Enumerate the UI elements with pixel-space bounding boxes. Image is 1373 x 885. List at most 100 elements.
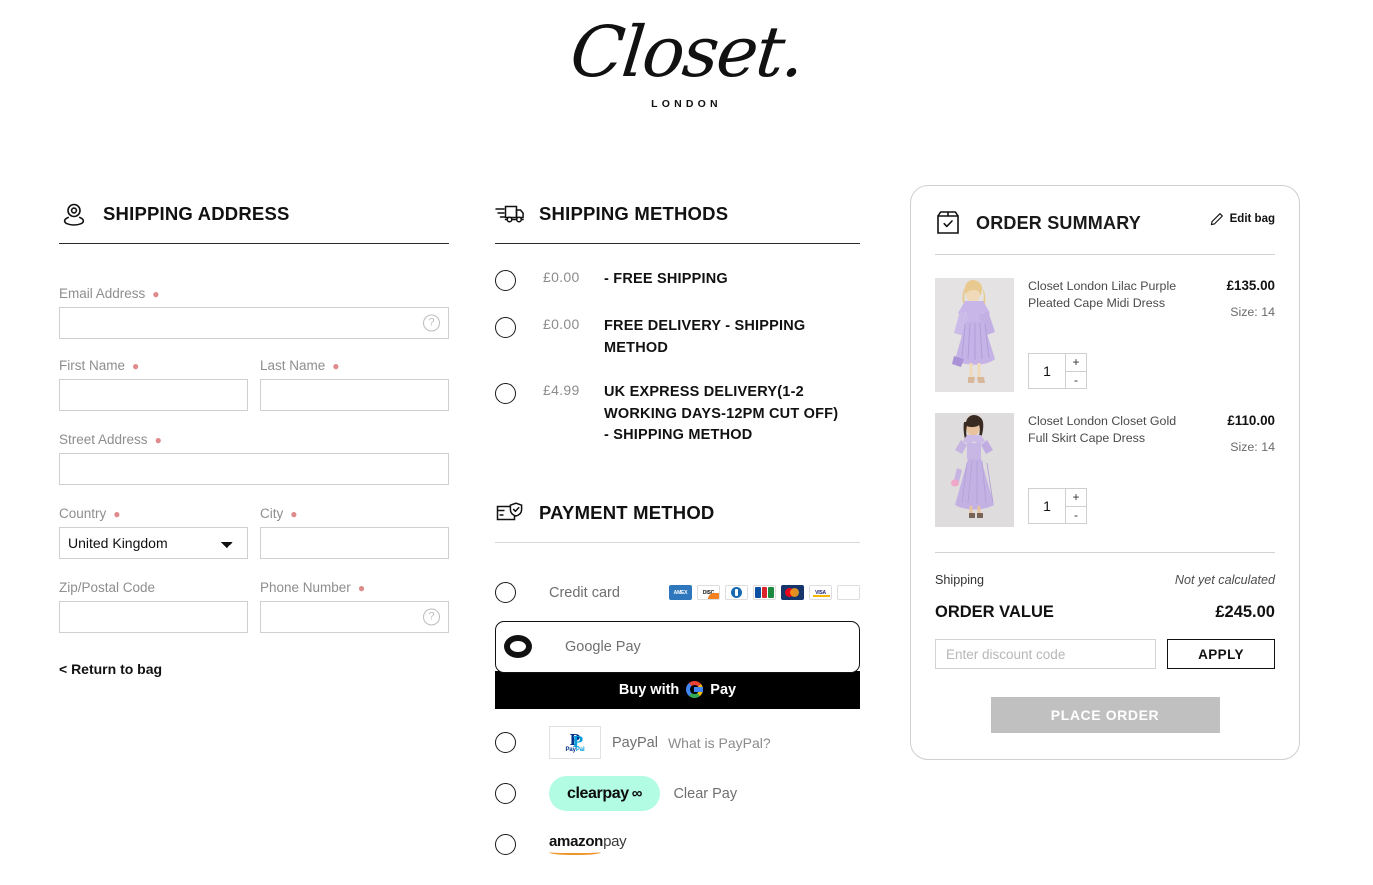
shipping-address-section: SHIPPING ADDRESS Email Address ● ? First… <box>59 196 449 677</box>
order-summary-card: ORDER SUMMARY Edit bag Closet London Lil… <box>910 185 1300 760</box>
site-logo[interactable]: Closet. LONDON <box>0 8 1373 110</box>
order-item-name: Closet London Lilac Purple Pleated Cape … <box>1028 279 1177 310</box>
order-value-amount: £245.00 <box>1215 603 1275 621</box>
zip-postal-code-field[interactable] <box>60 602 247 632</box>
place-order-button[interactable]: PLACE ORDER <box>990 697 1220 733</box>
shipping-address-header: SHIPPING ADDRESS <box>59 196 449 232</box>
phone-group: Phone Number ● ? <box>260 580 449 633</box>
shipping-method-radio[interactable] <box>495 317 516 338</box>
payment-option-paypal[interactable]: PP PayPal PayPal What is PayPal? <box>495 721 860 765</box>
size-label: Size: <box>1230 305 1258 319</box>
shipping-method-option[interactable]: £0.00 FREE DELIVERY - SHIPPING METHOD <box>495 316 860 359</box>
shipping-method-name: - FREE SHIPPING <box>604 271 728 287</box>
order-item-price: £135.00 <box>1226 278 1275 293</box>
jcb-icon <box>753 585 776 600</box>
email-field[interactable] <box>60 308 448 338</box>
amazon-pay-wordmark: amazonpay <box>549 833 627 850</box>
payment-option-credit-card[interactable]: Credit card AMEX DISC VISA <box>495 571 860 615</box>
payment-option-google-pay[interactable]: Google Pay <box>495 620 860 673</box>
order-item: Closet London Lilac Purple Pleated Cape … <box>935 278 1275 392</box>
shipping-total-row: Shipping Not yet calculated <box>935 573 1275 587</box>
required-marker: ● <box>152 287 160 301</box>
shipping-method-name: UK EXPRESS DELIVERY(1-2 WORKING DAYS-12P… <box>604 384 839 443</box>
email-input-wrap: ? <box>59 307 449 339</box>
city-field[interactable] <box>261 528 448 558</box>
order-summary-header: ORDER SUMMARY Edit bag <box>935 208 1275 238</box>
product-image-lilac-dress <box>935 278 1014 392</box>
shipping-method-option[interactable]: £4.99 UK EXPRESS DELIVERY(1-2 WORKING DA… <box>495 382 860 447</box>
required-marker: ● <box>154 433 162 447</box>
payment-method-divider <box>495 541 860 543</box>
discount-code-row: APPLY <box>935 639 1275 669</box>
order-item-size: Size: 14 <box>1189 440 1275 454</box>
quantity-increase-button[interactable]: + <box>1066 354 1086 372</box>
help-icon[interactable]: ? <box>423 314 440 332</box>
payment-option-amazon-pay[interactable]: amazonpay <box>495 823 860 867</box>
paypal-radio[interactable] <box>495 732 516 753</box>
name-row: First Name ● Last Name ● <box>59 358 449 411</box>
pay-text: pay <box>603 833 627 850</box>
country-label: Country ● <box>59 506 121 521</box>
payment-option-clearpay[interactable]: clearpay ∞ Clear Pay <box>495 772 860 816</box>
required-marker: ● <box>357 581 366 595</box>
street-group: Street Address ● <box>59 432 449 485</box>
zip-group: Zip/Postal Code <box>59 580 248 633</box>
first-name-group: First Name ● <box>59 358 248 411</box>
location-pin-icon <box>59 199 89 229</box>
quantity-increase-button[interactable]: + <box>1066 489 1086 507</box>
product-thumbnail[interactable] <box>935 278 1014 392</box>
clearpay-logo-icon: clearpay ∞ <box>549 776 661 811</box>
return-to-bag-link[interactable]: < Return to bag <box>59 661 449 677</box>
discount-code-input[interactable] <box>936 640 1155 668</box>
country-select[interactable]: United Kingdom <box>59 527 248 559</box>
first-name-input-wrap <box>59 379 248 411</box>
shipping-total-label: Shipping <box>935 573 985 587</box>
clearpay-radio[interactable] <box>495 783 516 804</box>
quantity-stepper[interactable]: 1 + - <box>1028 353 1087 389</box>
amazon-smile-icon <box>549 848 601 855</box>
visa-icon: VISA <box>809 585 832 600</box>
street-address-field[interactable] <box>60 454 448 484</box>
shipping-method-option[interactable]: £0.00 - FREE SHIPPING <box>495 269 860 291</box>
google-pay-radio[interactable] <box>504 635 532 658</box>
order-summary-divider <box>935 254 1275 255</box>
gpay-button-suffix: Pay <box>710 681 737 698</box>
what-is-paypal-link[interactable]: What is PayPal? <box>668 735 771 751</box>
required-marker: ● <box>332 359 340 373</box>
clearpay-label: Clear Pay <box>673 785 738 802</box>
quantity-value[interactable]: 1 <box>1029 489 1065 523</box>
quantity-decrease-button[interactable]: - <box>1066 372 1086 389</box>
phone-number-field[interactable] <box>261 602 448 632</box>
zip-input-wrap <box>59 601 248 633</box>
first-name-field[interactable] <box>60 380 247 410</box>
paypal-label: PayPal <box>612 734 658 751</box>
edit-bag-button[interactable]: Edit bag <box>1210 212 1275 226</box>
last-name-field[interactable] <box>261 380 448 410</box>
size-value: 14 <box>1261 440 1275 454</box>
quantity-stepper[interactable]: 1 + - <box>1028 488 1087 524</box>
shipping-methods-title: SHIPPING METHODS <box>539 203 729 224</box>
order-item-size: Size: 14 <box>1189 305 1275 319</box>
buy-with-gpay-button[interactable]: Buy with Pay <box>495 670 860 709</box>
quantity-decrease-button[interactable]: - <box>1066 507 1086 524</box>
shipping-method-price: £0.00 <box>543 269 580 285</box>
credit-card-radio[interactable] <box>495 582 516 603</box>
product-image-gold-cape-dress <box>935 413 1014 527</box>
payment-method-header: PAYMENT METHOD <box>495 495 860 531</box>
product-thumbnail[interactable] <box>935 413 1014 527</box>
order-item-pricing: £110.00 Size: 14 <box>1189 413 1275 527</box>
gpay-button-text: Buy with <box>618 681 680 698</box>
shipping-method-radio[interactable] <box>495 270 516 291</box>
edit-bag-label: Edit bag <box>1229 213 1275 225</box>
order-summary-title: ORDER SUMMARY <box>976 212 1141 233</box>
amex-icon: AMEX <box>669 585 692 600</box>
help-icon[interactable]: ? <box>423 608 440 626</box>
phone-input-wrap: ? <box>260 601 449 633</box>
delivery-truck-icon <box>495 199 525 229</box>
apply-discount-button[interactable]: APPLY <box>1167 639 1275 669</box>
shipping-method-radio[interactable] <box>495 383 516 404</box>
amazon-pay-radio[interactable] <box>495 834 516 855</box>
country-group: Country ● United Kingdom <box>59 506 248 559</box>
quantity-value[interactable]: 1 <box>1029 354 1065 388</box>
phone-label: Phone Number ● <box>260 580 366 595</box>
